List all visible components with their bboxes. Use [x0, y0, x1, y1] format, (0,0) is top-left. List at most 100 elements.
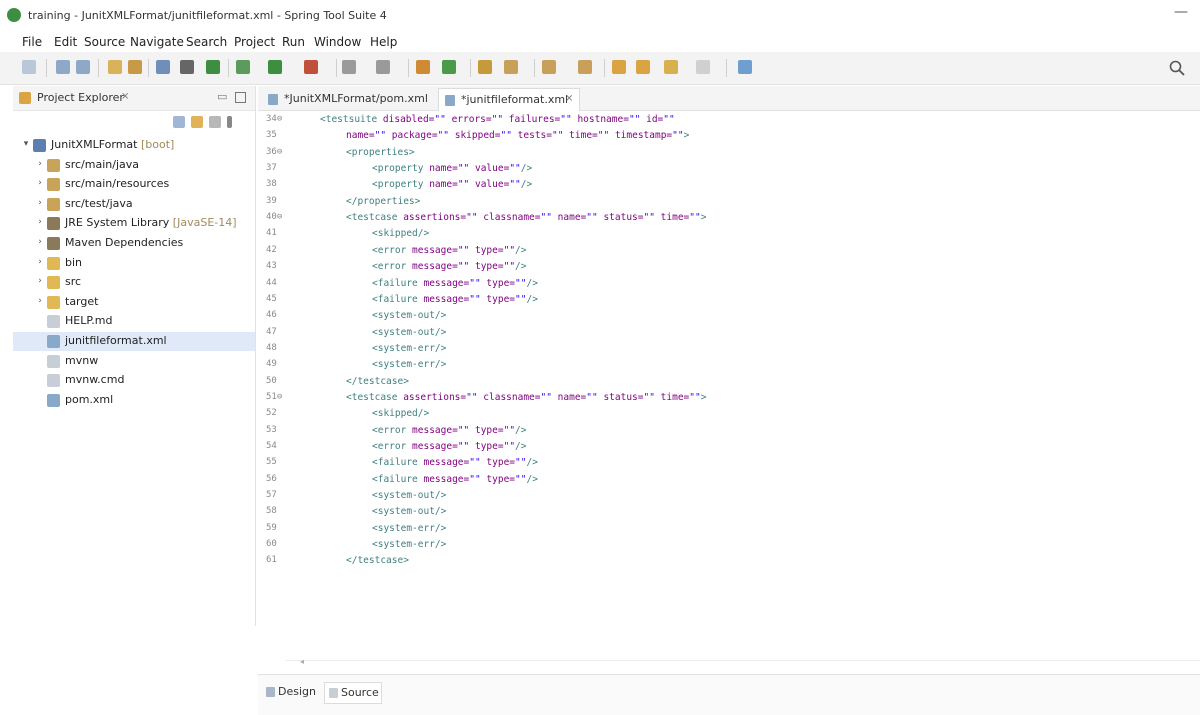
next-annotation-icon[interactable]: [542, 60, 556, 74]
tab-design[interactable]: Design: [262, 682, 320, 702]
forward-icon[interactable]: [664, 60, 678, 74]
code-line[interactable]: 59 <system-err/>: [258, 521, 1200, 537]
menu-search[interactable]: Search: [186, 35, 227, 49]
tree-item[interactable]: mvnw.cmd: [13, 371, 255, 390]
editor-tab[interactable]: *junitfileformat.xml ⨯: [438, 88, 580, 111]
menu-help[interactable]: Help: [370, 35, 397, 49]
tree-item[interactable]: › src: [13, 273, 255, 292]
save-all-icon[interactable]: [76, 60, 90, 74]
minimize-panel-icon[interactable]: ▭: [217, 90, 227, 103]
code-line[interactable]: 38 <property name="" value=""/>: [258, 177, 1200, 193]
tree-item[interactable]: HELP.md: [13, 312, 255, 331]
menu-file[interactable]: File: [22, 35, 42, 49]
code-line[interactable]: 45 <failure message="" type=""/>: [258, 292, 1200, 308]
new-icon[interactable]: [22, 60, 36, 74]
code-line[interactable]: 58 <system-out/>: [258, 504, 1200, 520]
open-task-icon[interactable]: [416, 60, 430, 74]
chevron-right-icon[interactable]: ›: [35, 198, 45, 208]
last-edit-icon[interactable]: [612, 60, 626, 74]
horizontal-scrollbar[interactable]: ◂: [286, 657, 1200, 666]
code-line[interactable]: 34⊖ <testsuite disabled="" errors="" fail…: [258, 112, 1200, 128]
tree-item[interactable]: junitfileformat.xml: [13, 332, 255, 351]
code-line[interactable]: 47 <system-out/>: [258, 325, 1200, 341]
search-icon[interactable]: [1168, 59, 1186, 77]
close-icon[interactable]: ⨯: [565, 93, 573, 104]
code-line[interactable]: 61 </testcase>: [258, 553, 1200, 569]
code-line[interactable]: 51⊖ <testcase assertions="" classname="" …: [258, 390, 1200, 406]
tree-item[interactable]: mvnw: [13, 352, 255, 371]
code-line[interactable]: 52 <skipped/>: [258, 406, 1200, 422]
code-line[interactable]: 53 <error message="" type=""/>: [258, 423, 1200, 439]
chevron-right-icon[interactable]: ›: [35, 296, 45, 306]
pin-editor-icon[interactable]: [738, 60, 752, 74]
code-line[interactable]: 39 </properties>: [258, 194, 1200, 210]
code-line[interactable]: 54 <error message="" type=""/>: [258, 439, 1200, 455]
code-line[interactable]: 41 <skipped/>: [258, 226, 1200, 242]
editor-tab[interactable]: *JunitXMLFormat/pom.xml: [262, 88, 430, 110]
prev-annotation-icon[interactable]: [578, 60, 592, 74]
code-line[interactable]: 57 <system-out/>: [258, 488, 1200, 504]
code-line[interactable]: 36⊖ <properties>: [258, 145, 1200, 161]
menu-source[interactable]: Source: [84, 35, 125, 49]
code-line[interactable]: 37 <property name="" value=""/>: [258, 161, 1200, 177]
view-menu-icon[interactable]: [227, 116, 232, 128]
link-with-editor-icon[interactable]: [191, 116, 203, 128]
save-icon[interactable]: [56, 60, 70, 74]
pointer-icon[interactable]: [180, 60, 194, 74]
external-tools-icon[interactable]: [304, 60, 318, 74]
back-icon[interactable]: [636, 60, 650, 74]
tree-item[interactable]: › JRE System Library [JavaSE-14]: [13, 214, 255, 233]
chevron-right-icon[interactable]: ›: [35, 237, 45, 247]
code-line[interactable]: 55 <failure message="" type=""/>: [258, 455, 1200, 471]
maximize-panel-icon[interactable]: [235, 92, 246, 103]
open-type-icon[interactable]: [108, 60, 122, 74]
menu-navigate[interactable]: Navigate: [130, 35, 184, 49]
code-line[interactable]: 35 name="" package="" skipped="" tests=""…: [258, 128, 1200, 144]
code-line[interactable]: 43 <error message="" type=""/>: [258, 259, 1200, 275]
tree-item[interactable]: › target: [13, 293, 255, 312]
debug-icon[interactable]: [206, 60, 220, 74]
pen-icon[interactable]: [504, 60, 518, 74]
chevron-right-icon[interactable]: ›: [35, 257, 45, 267]
annotation-icon[interactable]: [478, 60, 492, 74]
chevron-down-icon[interactable]: ▾: [21, 139, 31, 149]
open-resource-icon[interactable]: [128, 60, 142, 74]
project-explorer-tab[interactable]: Project Explorer: [37, 91, 124, 104]
code-line[interactable]: 46 <system-out/>: [258, 308, 1200, 324]
boot-dashboard-icon[interactable]: [236, 60, 250, 74]
tree-item[interactable]: › Maven Dependencies: [13, 234, 255, 253]
chevron-right-icon[interactable]: ›: [35, 159, 45, 169]
minimize-button[interactable]: —: [1174, 4, 1188, 20]
code-line[interactable]: 40⊖ <testcase assertions="" classname="" …: [258, 210, 1200, 226]
code-line[interactable]: 56 <failure message="" type=""/>: [258, 472, 1200, 488]
code-line[interactable]: 48 <system-err/>: [258, 341, 1200, 357]
tree-item[interactable]: ▾ JunitXMLFormat [boot]: [13, 136, 255, 155]
tab-source[interactable]: Source: [324, 682, 382, 704]
code-line[interactable]: 44 <failure message="" type=""/>: [258, 276, 1200, 292]
code-line[interactable]: 49 <system-err/>: [258, 357, 1200, 373]
nav-dropdown-icon[interactable]: [696, 60, 710, 74]
code-line[interactable]: 60 <system-err/>: [258, 537, 1200, 553]
code-line[interactable]: 42 <error message="" type=""/>: [258, 243, 1200, 259]
code-area[interactable]: 34⊖ <testsuite disabled="" errors="" fail…: [258, 112, 1200, 596]
menu-edit[interactable]: Edit: [54, 35, 77, 49]
new-java-icon[interactable]: [376, 60, 390, 74]
chevron-right-icon[interactable]: ›: [35, 217, 45, 227]
run-icon[interactable]: [268, 60, 282, 74]
tree-item[interactable]: › src/test/java: [13, 195, 255, 214]
chevron-right-icon[interactable]: ›: [35, 178, 45, 188]
menu-window[interactable]: Window: [314, 35, 361, 49]
menu-project[interactable]: Project: [234, 35, 275, 49]
close-icon[interactable]: ⨯: [121, 91, 129, 102]
menu-run[interactable]: Run: [282, 35, 305, 49]
tree-item[interactable]: › src/main/resources: [13, 175, 255, 194]
chevron-right-icon[interactable]: ›: [35, 276, 45, 286]
tree-item[interactable]: pom.xml: [13, 391, 255, 410]
tree-item[interactable]: › src/main/java: [13, 156, 255, 175]
code-line[interactable]: 50 </testcase>: [258, 374, 1200, 390]
collapse-all-icon[interactable]: [173, 116, 185, 128]
filter-icon[interactable]: [209, 116, 221, 128]
tree-item[interactable]: › bin: [13, 254, 255, 273]
spring-icon[interactable]: [442, 60, 456, 74]
coverage-icon[interactable]: [342, 60, 356, 74]
